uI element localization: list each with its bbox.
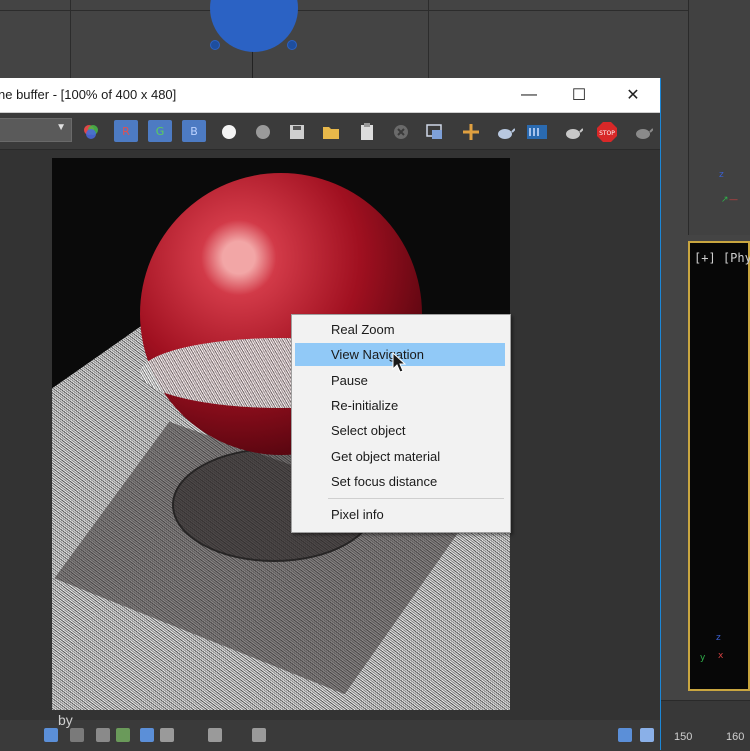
z-axis-icon: z bbox=[716, 633, 721, 643]
green-channel-button[interactable]: G bbox=[148, 120, 172, 142]
chevron-down-icon: ▼ bbox=[56, 122, 66, 133]
rgb-circles-icon bbox=[84, 125, 98, 139]
pan-icon[interactable] bbox=[460, 121, 482, 143]
teapot-gray-icon[interactable] bbox=[632, 121, 654, 143]
y-axis-icon: y bbox=[700, 653, 706, 663]
grid-line bbox=[428, 0, 429, 78]
top-right-viewport[interactable]: z ↗ — bbox=[688, 0, 750, 235]
blue-sphere-object[interactable] bbox=[210, 0, 298, 52]
physical-camera-viewport[interactable]: [+] [Phys z y x bbox=[688, 241, 750, 691]
clipboard-icon[interactable] bbox=[356, 121, 378, 143]
close-button[interactable]: ✕ bbox=[610, 78, 656, 112]
menu-item-select-object[interactable]: Select object bbox=[295, 419, 505, 442]
y-axis-icon: ↗ bbox=[721, 195, 729, 205]
menu-separator bbox=[328, 498, 504, 499]
ruler-tick: 150 bbox=[674, 731, 693, 743]
region-icon[interactable] bbox=[424, 121, 446, 143]
close-icon: ✕ bbox=[626, 87, 640, 104]
window-title: ne buffer - [100% of 400 x 480] bbox=[0, 87, 177, 102]
grid-line bbox=[70, 0, 71, 78]
clear-icon[interactable] bbox=[390, 121, 412, 143]
stop-icon[interactable]: STOP bbox=[596, 121, 618, 143]
grid-line bbox=[0, 10, 688, 11]
menu-item-real-zoom[interactable]: Real Zoom bbox=[295, 318, 505, 341]
mouse-cursor-icon bbox=[392, 352, 407, 373]
status-icon[interactable] bbox=[96, 728, 110, 742]
context-menu: Real Zoom View Navigation Pause Re-initi… bbox=[291, 314, 511, 533]
watermark-by: by bbox=[58, 712, 73, 728]
status-icon[interactable] bbox=[618, 728, 632, 742]
teapot-icon[interactable] bbox=[494, 121, 516, 143]
minimize-button[interactable]: — bbox=[506, 78, 552, 112]
status-icon[interactable] bbox=[140, 728, 154, 742]
selection-handle[interactable] bbox=[210, 40, 220, 50]
stop-label: STOP bbox=[599, 130, 615, 137]
status-icon[interactable] bbox=[160, 728, 174, 742]
white-dot-icon[interactable] bbox=[218, 121, 240, 143]
x-axis-icon: — bbox=[729, 195, 738, 205]
open-folder-icon[interactable] bbox=[320, 121, 342, 143]
menu-item-set-focus-distance[interactable]: Set focus distance bbox=[295, 470, 505, 493]
window-titlebar[interactable]: ne buffer - [100% of 400 x 480] — ☐ ✕ bbox=[0, 78, 660, 113]
timeline-ruler[interactable]: 150 160 bbox=[660, 700, 750, 751]
blue-channel-button[interactable]: B bbox=[182, 120, 206, 142]
save-icon[interactable] bbox=[286, 121, 308, 143]
menu-item-get-object-material[interactable]: Get object material bbox=[295, 445, 505, 468]
film-icon[interactable] bbox=[526, 121, 548, 143]
status-icon[interactable] bbox=[116, 728, 130, 742]
frame-buffer-toolbar: ▼ R G B STOP bbox=[0, 113, 660, 150]
teapot-render-icon[interactable] bbox=[562, 121, 584, 143]
status-icon[interactable] bbox=[44, 728, 58, 742]
menu-item-re-initialize[interactable]: Re-initialize bbox=[295, 394, 505, 417]
z-axis-icon: z bbox=[719, 170, 724, 180]
grid-line bbox=[252, 50, 253, 78]
status-icon[interactable] bbox=[252, 728, 266, 742]
status-icon[interactable] bbox=[640, 728, 654, 742]
x-axis-icon: x bbox=[718, 651, 724, 661]
maximize-icon: ☐ bbox=[571, 87, 587, 104]
color-picker-icon[interactable] bbox=[80, 121, 102, 143]
ruler-tick: 160 bbox=[726, 731, 745, 743]
maximize-button[interactable]: ☐ bbox=[556, 78, 602, 112]
red-channel-button[interactable]: R bbox=[114, 120, 138, 142]
status-icon[interactable] bbox=[70, 728, 84, 742]
selection-handle[interactable] bbox=[287, 40, 297, 50]
channel-dropdown[interactable]: ▼ bbox=[0, 118, 72, 142]
status-icon[interactable] bbox=[208, 728, 222, 742]
viewport-label[interactable]: [+] [Phys bbox=[694, 251, 750, 265]
status-bar bbox=[0, 720, 660, 750]
menu-item-pixel-info[interactable]: Pixel info bbox=[295, 503, 505, 526]
gray-dot-icon[interactable] bbox=[252, 121, 274, 143]
minimize-icon: — bbox=[521, 86, 537, 103]
